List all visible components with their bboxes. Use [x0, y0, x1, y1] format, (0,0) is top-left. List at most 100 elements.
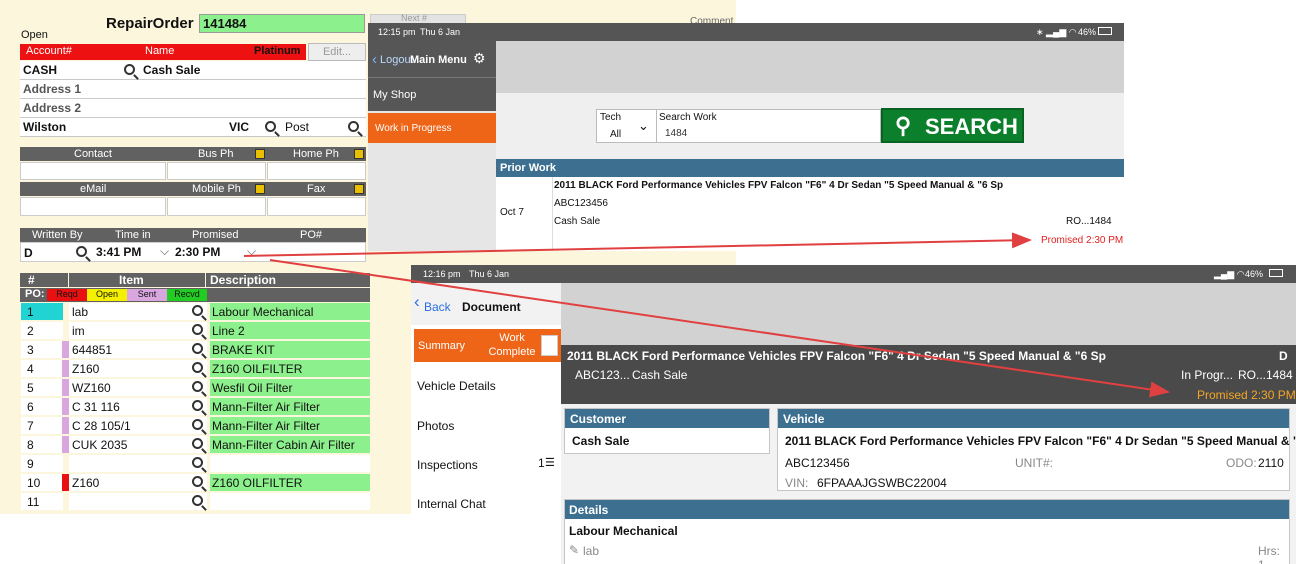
customer-name-field[interactable]: Cash Sale [143, 63, 200, 77]
chevron-down-icon[interactable]: ⌵ [247, 244, 256, 259]
item-description-field[interactable]: Line 2 [210, 322, 370, 339]
item-header-label: Item [119, 273, 144, 287]
item-description-field[interactable] [210, 455, 370, 472]
search-icon[interactable] [192, 495, 203, 506]
suburb-row: Wilston VIC Post [20, 118, 366, 137]
menu-vehicle-details[interactable]: Vehicle Details [417, 379, 496, 393]
item-code-field[interactable]: C 28 105/1 [69, 417, 207, 434]
item-description-field[interactable]: Z160 OILFILTER [210, 474, 370, 491]
item-description-field[interactable]: Mann-Filter Air Filter [210, 417, 370, 434]
vehicle-card[interactable]: Vehicle 2011 BLACK Ford Performance Vehi… [777, 408, 1296, 491]
search-icon[interactable] [192, 419, 203, 430]
search-input[interactable]: 1484 [665, 128, 687, 139]
nav-item-my-shop[interactable]: My Shop [368, 77, 496, 111]
item-code-field[interactable]: im [69, 322, 207, 339]
search-icon[interactable] [192, 400, 203, 411]
email-field[interactable] [20, 197, 166, 216]
table-row[interactable]: 1 lab Labour Mechanical [20, 302, 370, 321]
tech-select[interactable]: All [610, 129, 621, 140]
job-card[interactable]: Oct 7 2011 BLACK Ford Performance Vehicl… [496, 177, 1124, 251]
search-icon[interactable] [192, 381, 203, 392]
ro-number-field[interactable]: 141484 [199, 14, 365, 33]
menu-photos[interactable]: Photos [417, 419, 454, 433]
item-code-field[interactable]: 644851 [69, 341, 207, 358]
summary-tab[interactable]: Summary Work Complete [414, 329, 561, 362]
item-code-field[interactable]: WZ160 [69, 379, 207, 396]
ro-title: RepairOrder [106, 15, 194, 32]
bus-ph-field[interactable] [167, 162, 266, 180]
menu-internal-chat[interactable]: Internal Chat [417, 497, 486, 511]
table-row[interactable]: 6 C 31 116 Mann-Filter Air Filter [20, 397, 370, 416]
customer-card[interactable]: Customer Cash Sale [564, 408, 770, 454]
mobile-ph-field[interactable] [167, 197, 266, 216]
search-icon[interactable] [192, 476, 203, 487]
fax-checkbox[interactable] [354, 184, 364, 194]
state-field[interactable]: VIC [229, 120, 249, 134]
item-code-field[interactable]: Z160 [69, 474, 207, 491]
item-description-field[interactable] [210, 493, 370, 510]
item-description-field[interactable]: Mann-Filter Cabin Air Filter [210, 436, 370, 453]
search-icon[interactable] [192, 324, 203, 335]
item-code-field[interactable] [69, 455, 207, 472]
menu-inspections[interactable]: Inspections [417, 458, 478, 472]
fax-field[interactable] [267, 197, 366, 216]
item-description-field[interactable]: Z160 OILFILTER [210, 360, 370, 377]
mobile-ph-checkbox[interactable] [255, 184, 265, 194]
written-by-field[interactable]: D [24, 246, 33, 260]
table-row[interactable]: 7 C 28 105/1 Mann-Filter Air Filter [20, 416, 370, 435]
suburb-field[interactable]: Wilston [23, 120, 66, 134]
item-code-field[interactable]: CUK 2035 [69, 436, 207, 453]
chevron-down-icon[interactable]: ⌄ [638, 118, 649, 134]
work-complete-checkbox[interactable] [541, 335, 558, 356]
edit-button[interactable]: Edit... [308, 43, 366, 61]
item-description-field[interactable]: Wesfil Oil Filter [210, 379, 370, 396]
next-label: Next # [401, 13, 428, 23]
chevron-down-icon[interactable]: ⌵ [160, 244, 169, 259]
item-code-field[interactable]: Z160 [69, 360, 207, 377]
item-code-field[interactable]: lab [69, 303, 207, 320]
logout-button[interactable]: Logout [380, 54, 414, 66]
contact-field[interactable] [20, 162, 166, 180]
banner-promised: Promised 2:30 PM [1197, 388, 1296, 402]
gear-icon[interactable]: ⚙ [473, 50, 486, 67]
vehicle-header: Vehicle [778, 409, 1289, 428]
home-ph-field[interactable] [267, 162, 366, 180]
search-icon[interactable] [192, 305, 203, 316]
search-icon[interactable] [76, 246, 87, 257]
item-code-field[interactable]: C 31 116 [69, 398, 207, 415]
table-row[interactable]: 3 644851 BRAKE KIT [20, 340, 370, 359]
search-icon[interactable] [192, 343, 203, 354]
nav-item-work-in-progress[interactable]: Work in Progress [368, 113, 496, 143]
search-icon[interactable] [192, 457, 203, 468]
item-description-field[interactable]: BRAKE KIT [210, 341, 370, 358]
search-icon[interactable] [124, 64, 135, 75]
search-button[interactable]: ⚲ SEARCH [881, 108, 1024, 143]
address1-field[interactable]: Address 1 [20, 80, 366, 99]
table-row[interactable]: 5 WZ160 Wesfil Oil Filter [20, 378, 370, 397]
search-icon[interactable] [192, 438, 203, 449]
item-code-field[interactable] [69, 493, 207, 510]
table-row[interactable]: 4 Z160 Z160 OILFILTER [20, 359, 370, 378]
table-row[interactable]: 11 [20, 492, 370, 511]
account-number-field[interactable]: CASH [23, 63, 57, 77]
time-in-field[interactable]: 3:41 PM [96, 245, 141, 259]
table-row[interactable]: 8 CUK 2035 Mann-Filter Cabin Air Filter [20, 435, 370, 454]
table-row[interactable]: 9 [20, 454, 370, 473]
item-header: Item [69, 273, 205, 287]
table-row[interactable]: 10 Z160 Z160 OILFILTER [20, 473, 370, 492]
table-row[interactable]: 2 im Line 2 [20, 321, 370, 340]
po-status-flag [62, 455, 69, 472]
search-icon[interactable] [192, 362, 203, 373]
bus-ph-checkbox[interactable] [255, 149, 265, 159]
po-status-flag [62, 303, 69, 320]
postcode-field[interactable]: Post [285, 120, 309, 134]
details-card[interactable]: Details Labour Mechanical ✎ lab Hrs: 1 [564, 499, 1290, 564]
home-ph-checkbox[interactable] [354, 149, 364, 159]
back-button[interactable]: Back [424, 300, 451, 314]
promised-field[interactable]: 2:30 PM [175, 245, 220, 259]
item-description-field[interactable]: Labour Mechanical [210, 303, 370, 320]
search-icon[interactable] [348, 121, 359, 132]
search-icon[interactable] [265, 121, 276, 132]
address2-field[interactable]: Address 2 [20, 99, 366, 118]
item-description-field[interactable]: Mann-Filter Air Filter [210, 398, 370, 415]
